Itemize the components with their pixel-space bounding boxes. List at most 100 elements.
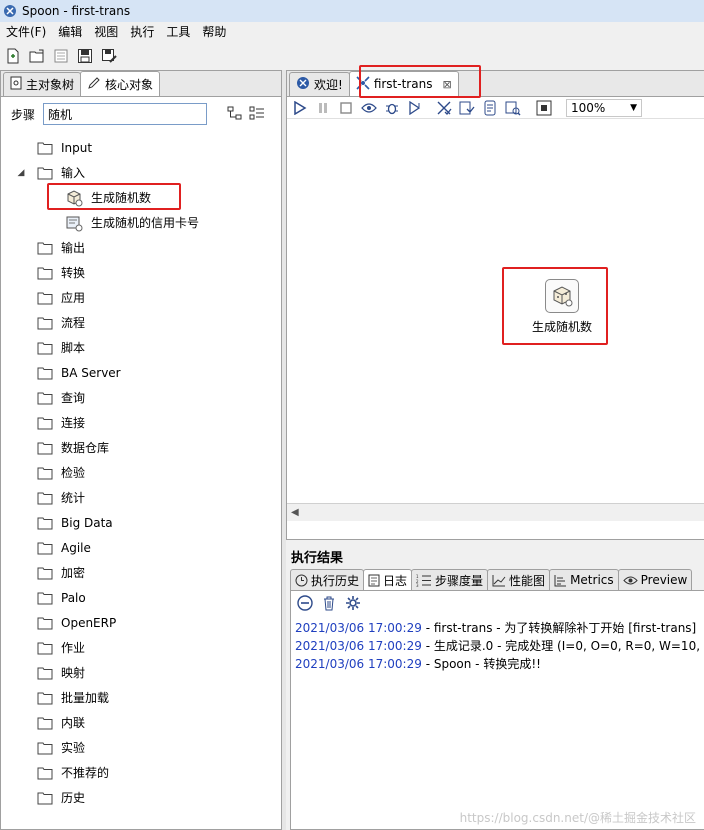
verify-icon[interactable] (435, 99, 453, 117)
tree-label: Palo (61, 590, 86, 605)
tree-folder[interactable]: 历史 (1, 785, 281, 810)
tree-folder[interactable]: 查询 (1, 385, 281, 410)
tree-folder-input[interactable]: Input (1, 135, 281, 160)
left-panel: 主对象树 核心对象 步骤 Input ◢ 输入 (0, 70, 282, 830)
sql-icon[interactable] (481, 99, 499, 117)
collapse-all-icon[interactable] (249, 106, 265, 123)
tree-folder[interactable]: 映射 (1, 660, 281, 685)
tree-label: 生成随机数 (91, 191, 152, 205)
log-settings-gear-icon[interactable] (345, 595, 361, 614)
tree-folder[interactable]: 统计 (1, 485, 281, 510)
folder-icon (37, 517, 53, 529)
stop-icon[interactable] (337, 99, 355, 117)
right-panel: 欢迎! first-trans ⊠ 100% ▼ 生成随机数 ◀ (286, 65, 704, 540)
tree-folder[interactable]: 应用 (1, 285, 281, 310)
debug-bug-icon[interactable] (383, 99, 401, 117)
expanded-arrow-icon[interactable]: ◢ (15, 168, 27, 178)
tree-label: 映射 (61, 666, 86, 680)
canvas-step-generate-random[interactable]: 生成随机数 (527, 279, 597, 335)
save-icon[interactable] (76, 47, 94, 65)
save-as-icon[interactable] (100, 47, 118, 65)
log-timestamp: 2021/03/06 17:00:29 (295, 621, 422, 635)
spoon-logo-icon (296, 76, 310, 93)
tree-folder[interactable]: 作业 (1, 635, 281, 660)
pause-icon[interactable] (314, 99, 332, 117)
tree-step-generate-random-cc[interactable]: 生成随机的信用卡号 (1, 210, 281, 235)
tree-folder[interactable]: 数据仓库 (1, 435, 281, 460)
tree-folder[interactable]: 批量加载 (1, 685, 281, 710)
folder-icon (37, 317, 53, 329)
folder-icon (37, 742, 53, 754)
tree-label: 连接 (61, 416, 86, 430)
tab-welcome[interactable]: 欢迎! (289, 72, 350, 96)
clear-log-icon[interactable] (297, 594, 313, 614)
show-results-icon[interactable] (535, 99, 553, 117)
trash-icon[interactable] (321, 595, 337, 614)
zoom-select[interactable]: 100% ▼ (566, 98, 642, 117)
tree-folder[interactable]: 实验 (1, 735, 281, 760)
tab-log[interactable]: 日志 (363, 569, 413, 590)
tree-folder[interactable]: 检验 (1, 460, 281, 485)
open-folder-icon[interactable] (28, 47, 46, 65)
tab-execution-history[interactable]: 执行历史 (290, 569, 365, 590)
expand-all-icon[interactable] (227, 106, 243, 123)
tree-folder[interactable]: Agile (1, 535, 281, 560)
left-tab-bar: 主对象树 核心对象 (1, 71, 281, 97)
tree-folder[interactable]: BA Server (1, 360, 281, 385)
log-body: 2021/03/06 17:00:29 - first-trans - 为了转换… (290, 590, 704, 830)
tab-step-metrics[interactable]: 123 步骤度量 (411, 569, 489, 590)
tree-folder[interactable]: 加密 (1, 560, 281, 585)
tree-label: 数据仓库 (61, 441, 110, 455)
tree-folder-shuru[interactable]: ◢ 输入 (1, 160, 281, 185)
tree-folder[interactable]: 流程 (1, 310, 281, 335)
log-message: - first-trans - 为了转换解除补丁开始 [first-trans] (421, 621, 697, 635)
step-search-input[interactable] (43, 103, 208, 125)
folder-icon (37, 717, 53, 729)
tree-folder[interactable]: OpenERP (1, 610, 281, 635)
tree-folder[interactable]: 不推荐的 (1, 760, 281, 785)
folder-icon (37, 292, 53, 304)
tree-label: Big Data (61, 515, 113, 530)
tree-folder[interactable]: 内联 (1, 710, 281, 735)
folder-icon (37, 567, 53, 579)
tab-core-objects[interactable]: 核心对象 (80, 71, 161, 96)
tree-folder[interactable]: Big Data (1, 510, 281, 535)
tree-folder[interactable]: 连接 (1, 410, 281, 435)
tab-performance-graph[interactable]: 性能图 (487, 569, 551, 590)
menu-edit[interactable]: 编辑 (52, 22, 88, 42)
tree-folder[interactable]: 转换 (1, 260, 281, 285)
impact-analysis-icon[interactable] (458, 99, 476, 117)
step-box (545, 279, 579, 313)
tree-folder[interactable]: 输出 (1, 235, 281, 260)
menu-bar: 文件(F) 编辑 视图 执行 工具 帮助 (0, 22, 704, 42)
menu-view[interactable]: 视图 (88, 22, 124, 42)
explore-db-icon[interactable] (504, 99, 522, 117)
menu-help[interactable]: 帮助 (196, 22, 232, 42)
preview-eye-icon[interactable] (360, 99, 378, 117)
explore-repository-icon[interactable] (52, 47, 70, 65)
tree-folder[interactable]: 脚本 (1, 335, 281, 360)
log-line: 2021/03/06 17:00:29 - first-trans - 为了转换… (295, 619, 700, 637)
tab-preview[interactable]: Preview (617, 569, 693, 590)
menu-run[interactable]: 执行 (124, 22, 160, 42)
menu-file[interactable]: 文件(F) (0, 22, 52, 42)
tab-main-tree[interactable]: 主对象树 (3, 72, 82, 96)
log-document-icon (368, 574, 380, 586)
folder-icon (37, 242, 53, 254)
scroll-left-arrow-icon[interactable]: ◀ (291, 507, 299, 518)
new-file-icon[interactable] (4, 47, 22, 65)
replay-icon[interactable] (406, 99, 424, 117)
execution-results-panel: 执行结果 执行历史 日志 123 步骤度量 性能图 Metrics Previe… (286, 540, 704, 830)
close-tab-icon[interactable]: ⊠ (442, 78, 451, 91)
tree-label: 应用 (61, 291, 86, 305)
transformation-canvas[interactable]: 生成随机数 ◀ (287, 121, 704, 521)
canvas-horizontal-scrollbar[interactable]: ◀ (287, 503, 704, 521)
menu-tools[interactable]: 工具 (160, 22, 196, 42)
tab-metrics[interactable]: Metrics (549, 569, 619, 590)
run-icon[interactable] (291, 99, 309, 117)
tree-folder[interactable]: Palo (1, 585, 281, 610)
tab-first-trans-label: first-trans (373, 77, 433, 91)
tab-first-trans[interactable]: first-trans ⊠ (348, 71, 459, 96)
tab-label: Metrics (570, 573, 614, 587)
tree-step-generate-random[interactable]: 生成随机数 (1, 185, 281, 210)
